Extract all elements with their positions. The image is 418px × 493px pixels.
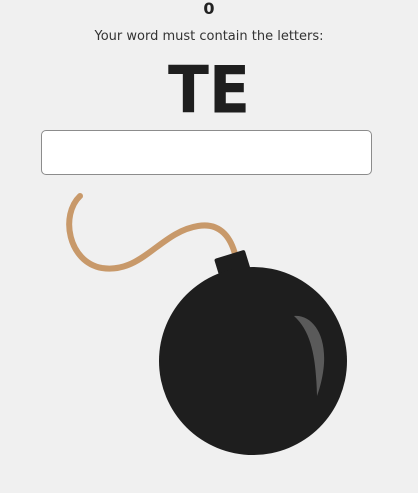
bomb-fuse: [66, 193, 239, 272]
bomb-icon: [66, 193, 347, 455]
